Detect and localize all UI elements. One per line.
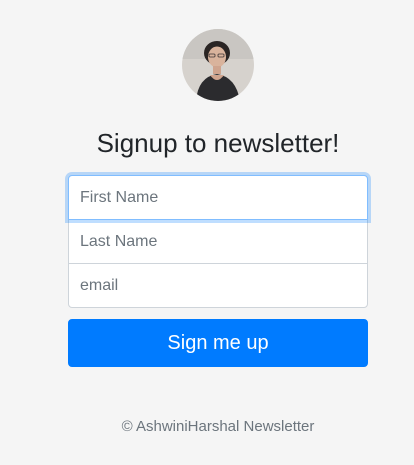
last-name-input[interactable] <box>68 219 368 264</box>
page-title: Signup to newsletter! <box>96 128 340 158</box>
email-input[interactable] <box>68 263 368 308</box>
signup-form: Sign me up <box>68 175 368 367</box>
sign-up-button[interactable]: Sign me up <box>68 319 368 367</box>
first-name-input[interactable] <box>68 175 368 220</box>
avatar <box>182 29 254 101</box>
profile-photo-icon <box>182 29 254 101</box>
footer-copyright: © AshwiniHarshal Newsletter <box>121 418 315 435</box>
